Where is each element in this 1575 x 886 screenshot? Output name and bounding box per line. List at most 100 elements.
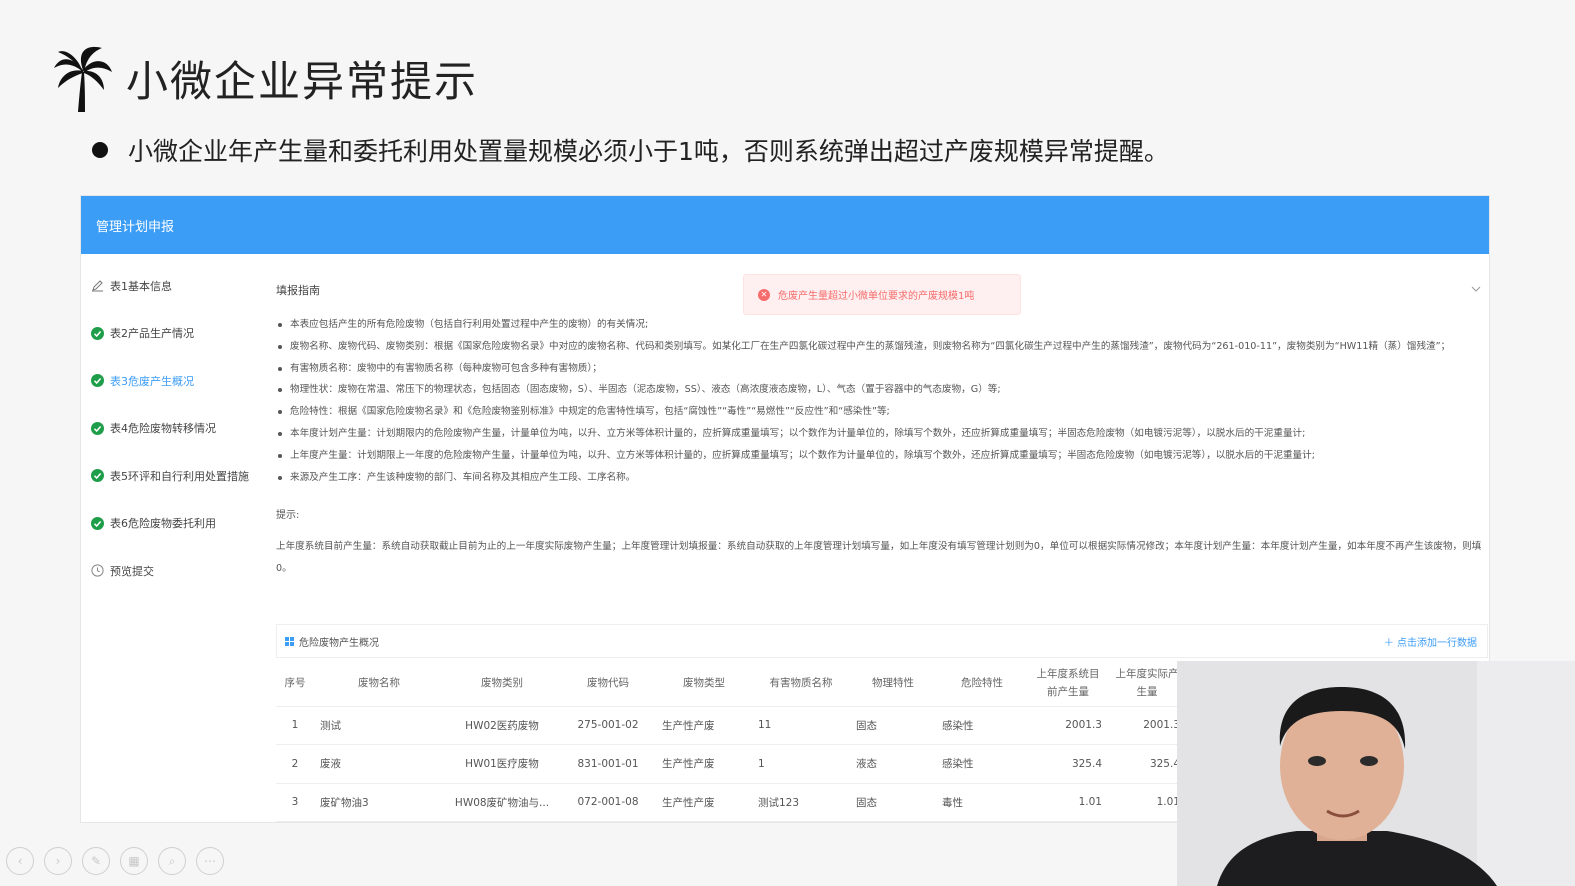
cell-waste-type: 生产性产废 xyxy=(656,744,752,784)
sidebar-item-label: 表3危废产生概况 xyxy=(110,374,194,388)
error-message-toast: ✕ 危废产生量超过小微单位要求的产废规模1吨 xyxy=(743,274,1021,315)
guide-item: 上年度产生量：计划期限上一年度的危险废物产生量，计量单位为吨，以升、立方米等体积… xyxy=(276,445,1486,467)
guide-item: 本表应包括产生的所有危险废物（包括自行利用处置过程中产生的废物）的有关情况; xyxy=(276,314,1486,336)
section-title: 危险废物产生概况 xyxy=(299,637,379,649)
webcam-overlay xyxy=(1177,661,1575,886)
cell-physical-state: 固态 xyxy=(850,706,936,745)
cell-waste-category: HW02医药废物 xyxy=(444,706,560,745)
section-header: 危险废物产生概况 ＋ 点击添加一行数据 xyxy=(276,624,1488,658)
add-row-button[interactable]: ＋ 点击添加一行数据 xyxy=(1384,634,1477,649)
col-header: 序号 xyxy=(276,660,314,707)
page-title: 小微企业异常提示 xyxy=(126,56,479,106)
cell-system-amount: 1.01 xyxy=(1028,783,1108,822)
cell-waste-category: HW08废矿物油与... xyxy=(444,783,560,822)
pen-tool-button[interactable]: ✎ xyxy=(82,847,110,875)
table-row[interactable]: 1 测试 HW02医药废物 275-001-02 生产性产废 11 固态 感染性… xyxy=(276,706,1186,745)
chevron-left-icon: ‹ xyxy=(17,854,23,868)
col-header: 物理特性 xyxy=(850,660,936,707)
zoom-button[interactable]: ⌕ xyxy=(158,847,186,875)
presenter-video xyxy=(1177,661,1575,886)
cell-actual-amount: 2001.3 xyxy=(1108,706,1186,745)
sidebar-item-production[interactable]: 表2产品生产情况 xyxy=(81,310,261,358)
sidebar-item-basic-info[interactable]: 表1基本信息 xyxy=(81,262,261,310)
cell-waste-category: HW01医疗废物 xyxy=(444,744,560,784)
slide-title: 小微企业异常提示 xyxy=(52,42,478,114)
pen-icon: ✎ xyxy=(90,854,102,868)
edit-icon xyxy=(92,280,103,292)
guide-title: 填报指南 xyxy=(276,284,320,297)
sidebar: 表1基本信息 表2产品生产情况 表3危废产生概况 表4危险废物转移情况 表5环评… xyxy=(81,254,261,595)
check-circle-icon xyxy=(91,469,104,483)
sidebar-item-eia-disposal[interactable]: 表5环评和自行利用处置措施 xyxy=(81,452,261,500)
sidebar-item-label: 表1基本信息 xyxy=(110,279,172,293)
next-slide-button[interactable]: › xyxy=(44,847,72,875)
chevron-right-icon: › xyxy=(55,854,61,868)
cell-waste-code: 275-001-02 xyxy=(560,706,656,745)
sidebar-item-label: 表6危险废物委托利用 xyxy=(110,517,216,531)
sidebar-item-transfer[interactable]: 表4危险废物转移情况 xyxy=(81,405,261,453)
clock-icon xyxy=(91,564,104,577)
cell-system-amount: 325.4 xyxy=(1028,744,1108,784)
sidebar-item-label: 预览提交 xyxy=(110,564,154,578)
check-circle-icon xyxy=(91,326,104,340)
check-circle-icon xyxy=(91,516,104,530)
col-header: 废物类型 xyxy=(656,660,752,707)
cell-hazard-property: 感染性 xyxy=(936,744,1028,784)
cell-physical-state: 液态 xyxy=(850,744,936,784)
tip-text: 上年度系统目前产生量：系统自动获取截止目前为止的上一年度实际废物产生量；上年度管… xyxy=(276,541,1482,574)
sidebar-item-entrusted[interactable]: 表6危险废物委托利用 xyxy=(81,500,261,548)
previous-slide-button[interactable]: ‹ xyxy=(6,847,34,875)
cell-hazard-property: 毒性 xyxy=(936,783,1028,822)
guide-item: 危险特性：根据《国家危险废物名录》和《危险废物鉴别标准》中规定的危害特性填写，包… xyxy=(276,401,1486,423)
guide-item: 来源及产生工序：产生该种废物的部门、车间名称及其相应产生工段、工序名称。 xyxy=(276,467,1486,489)
table-row[interactable]: 2 废液 HW01医疗废物 831-001-01 生产性产废 1 液态 感染性 … xyxy=(276,744,1186,784)
grid-view-icon: ▦ xyxy=(128,854,140,868)
table-header-row: 序号 废物名称 废物类别 废物代码 废物类型 有害物质名称 物理特性 危险特性 … xyxy=(276,660,1186,707)
col-header: 上年度系统目前产生量 xyxy=(1028,660,1108,707)
bullet-dot xyxy=(92,142,108,158)
cell-index: 3 xyxy=(276,783,314,822)
col-header: 废物代码 xyxy=(560,660,656,707)
cell-waste-name: 废矿物油3 xyxy=(314,783,444,822)
col-header: 有害物质名称 xyxy=(752,660,850,707)
error-message-text: 危废产生量超过小微单位要求的产废规模1吨 xyxy=(778,291,975,302)
sidebar-item-waste-overview[interactable]: 表3危废产生概况 xyxy=(81,357,261,405)
sidebar-item-preview-submit[interactable]: 预览提交 xyxy=(81,547,261,595)
slide-bullet: 小微企业年产生量和委托利用处置量规模必须小于1吨，否则系统弹出超过产废规模异常提… xyxy=(92,132,1169,168)
cell-waste-name: 废液 xyxy=(314,744,444,784)
app-header-title: 管理计划申报 xyxy=(96,219,175,235)
slide-overview-button[interactable]: ▦ xyxy=(120,847,148,875)
chevron-down-icon[interactable] xyxy=(1471,284,1481,294)
palm-tree-icon xyxy=(54,46,112,112)
sidebar-item-label: 表5环评和自行利用处置措施 xyxy=(110,469,249,483)
cell-actual-amount: 1.01 xyxy=(1108,783,1186,822)
check-circle-icon xyxy=(91,374,104,388)
cell-waste-name: 测试 xyxy=(314,706,444,745)
cell-hazardous-substance: 1 xyxy=(752,744,850,784)
guide-item: 物理性状：废物在常温、常压下的物理状态，包括固态（固态废物，S）、半固态（泥态废… xyxy=(276,379,1486,401)
check-circle-icon xyxy=(91,421,104,435)
grid-icon xyxy=(285,636,294,646)
magnifier-icon: ⌕ xyxy=(168,853,176,868)
guide-item: 有害物质名称：废物中的有害物质名称（每种废物可包含多种有害物质）； xyxy=(276,358,1486,380)
cell-actual-amount: 325.4 xyxy=(1108,744,1186,784)
cell-waste-code: 072-001-08 xyxy=(560,783,656,822)
cell-index: 1 xyxy=(276,706,314,745)
cell-hazardous-substance: 11 xyxy=(752,706,850,745)
slide-controls: ‹ › ✎ ▦ ⌕ ⋯ xyxy=(6,847,234,875)
cell-hazard-property: 感染性 xyxy=(936,706,1028,745)
cell-system-amount: 2001.3 xyxy=(1028,706,1108,745)
sidebar-item-label: 表4危险废物转移情况 xyxy=(110,422,216,436)
cell-physical-state: 固态 xyxy=(850,783,936,822)
more-options-button[interactable]: ⋯ xyxy=(196,847,224,875)
col-header: 危险特性 xyxy=(936,660,1028,707)
sidebar-item-label: 表2产品生产情况 xyxy=(110,327,194,341)
app-header: 管理计划申报 xyxy=(81,196,1489,254)
col-header: 上年度实际产生量 xyxy=(1108,660,1186,707)
table-row[interactable]: 3 废矿物油3 HW08废矿物油与... 072-001-08 生产性产废 测试… xyxy=(276,783,1186,822)
tip-label: 提示: xyxy=(276,510,300,521)
col-header: 废物名称 xyxy=(314,660,444,707)
cell-waste-code: 831-001-01 xyxy=(560,744,656,784)
cell-index: 2 xyxy=(276,744,314,784)
more-icon: ⋯ xyxy=(204,854,216,868)
